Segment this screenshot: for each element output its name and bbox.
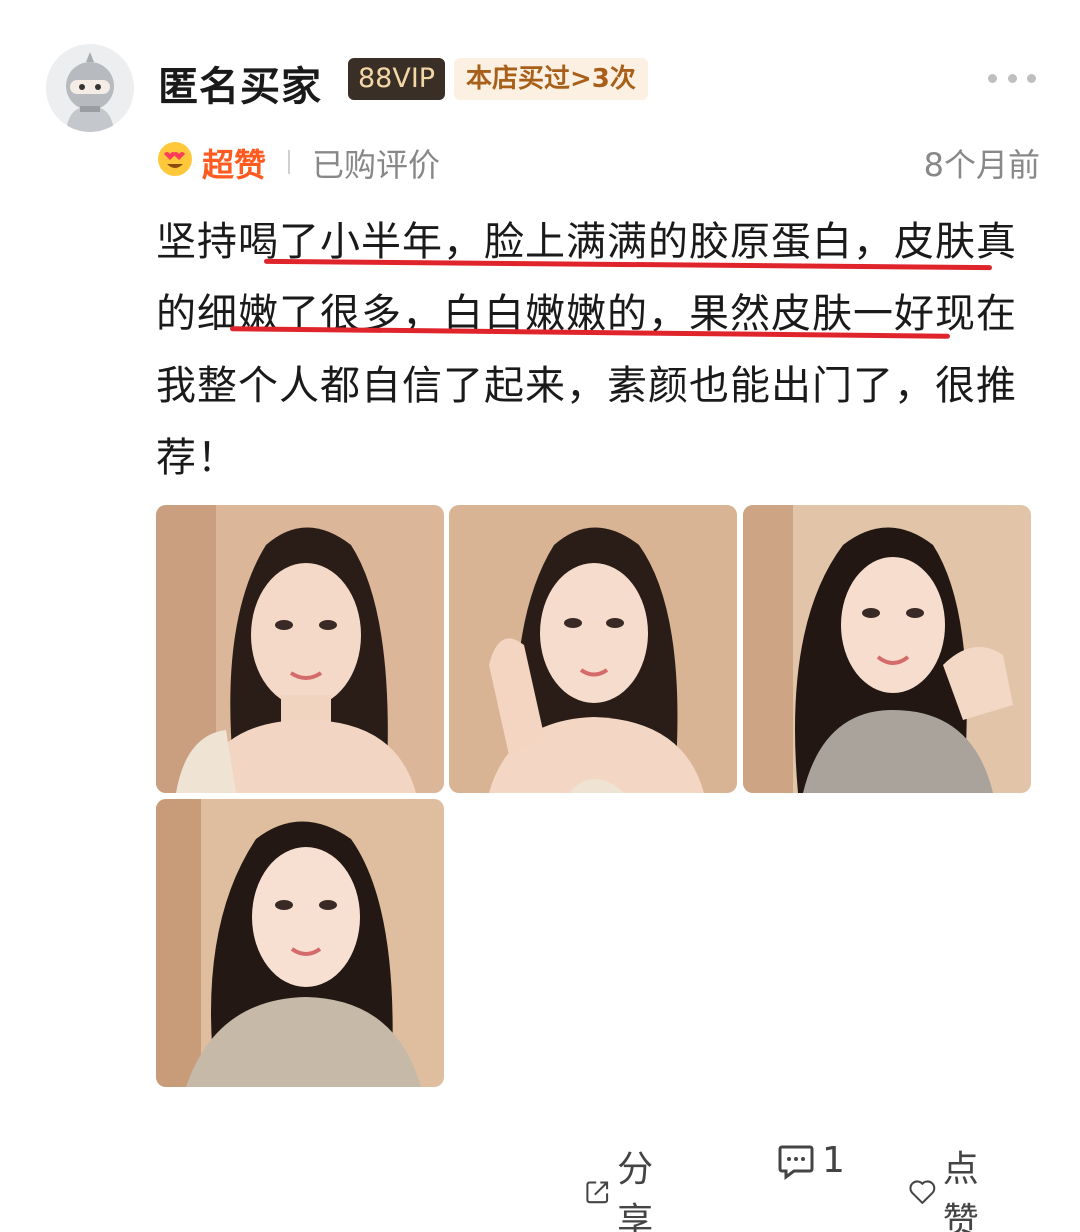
like-label: 点赞 [942, 1149, 979, 1232]
review-header: 匿名买家 88VIP 本店买过>3次 [46, 44, 1046, 134]
ninja-avatar-icon[interactable] [46, 44, 134, 132]
share-button[interactable]: 分享 [584, 1140, 666, 1232]
purchase-count-badge: 本店买过>3次 [454, 58, 648, 100]
like-button[interactable]: 点赞 [908, 1140, 992, 1232]
share-icon [586, 1181, 609, 1204]
heart-icon [909, 1180, 936, 1204]
vip-badge: 88VIP [348, 58, 446, 100]
review-photo[interactable] [156, 799, 444, 1087]
review-photo[interactable] [743, 505, 1031, 793]
username: 匿名买家 [158, 64, 322, 110]
share-label: 分享 [617, 1149, 654, 1232]
review-photo[interactable] [156, 505, 444, 793]
heart-eyes-emoji-icon [158, 142, 192, 176]
comment-button[interactable]: 1 [776, 1140, 845, 1181]
comment-icon [778, 1145, 814, 1180]
more-options-icon[interactable] [988, 70, 1036, 86]
review-time: 8个月前 [923, 146, 1040, 184]
review-text: 坚持喝了小半年，脸上满满的胶原蛋白，皮肤真的细嫩了很多，白白嫩嫩的，果然皮肤一好… [156, 219, 1017, 481]
comment-count: 1 [822, 1140, 845, 1181]
purchased-review-label: 已购评价 [312, 146, 441, 184]
rating-label: 超赞 [202, 146, 267, 184]
review-photo[interactable] [449, 505, 737, 793]
review-meta: 超赞 已购评价 8个月前 [156, 138, 1040, 184]
divider [288, 150, 290, 174]
